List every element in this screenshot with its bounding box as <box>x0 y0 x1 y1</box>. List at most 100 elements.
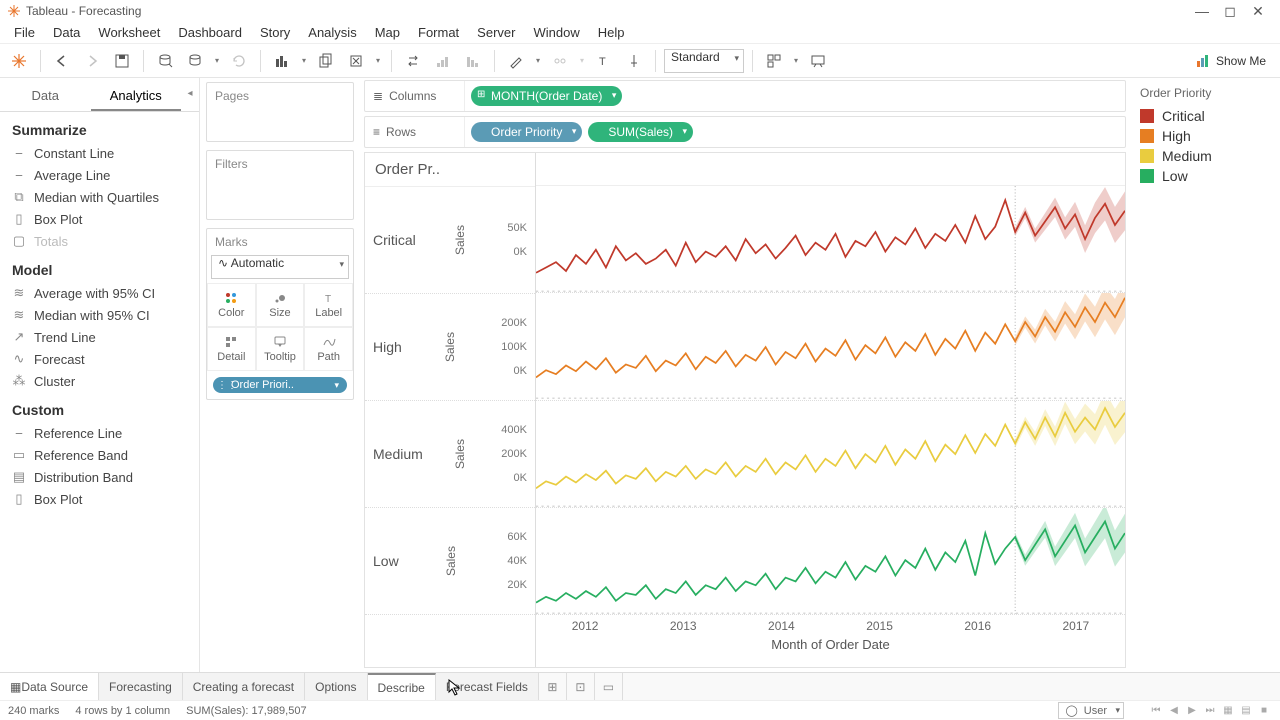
highlight-dropdown[interactable]: ▾ <box>533 56 543 65</box>
plot-row[interactable] <box>536 508 1125 615</box>
pause-dropdown-icon[interactable]: ▾ <box>212 56 222 65</box>
analytics-box-plot[interactable]: ▯Box Plot <box>0 208 199 230</box>
new-datasource-button[interactable] <box>152 48 178 74</box>
sheet-tab[interactable]: Options <box>305 673 367 700</box>
last-sheet-icon[interactable]: ⏭ <box>1202 704 1218 718</box>
analytics-median-quartiles[interactable]: ⧉Median with Quartiles <box>0 186 199 208</box>
rows-pill-order-priority[interactable]: Order Priority▾ <box>471 122 582 142</box>
sheet-tab[interactable]: Forecast Fields <box>436 673 539 700</box>
analytics-average-line[interactable]: ⎯Average Line <box>0 164 199 186</box>
clear-dropdown[interactable]: ▾ <box>373 56 383 65</box>
redo-button[interactable] <box>79 48 105 74</box>
undo-button[interactable] <box>49 48 75 74</box>
marks-size[interactable]: Size <box>256 283 305 327</box>
legend-item[interactable]: High <box>1140 126 1270 146</box>
sheet-tab[interactable]: Forecasting <box>99 673 183 700</box>
tabs-view-icon[interactable]: ▦ <box>1220 704 1236 718</box>
group-dropdown[interactable]: ▾ <box>577 56 587 65</box>
next-sheet-icon[interactable]: ▶ <box>1184 704 1200 718</box>
analytics-constant-line[interactable]: ⎯Constant Line <box>0 142 199 164</box>
legend-item[interactable]: Medium <box>1140 146 1270 166</box>
analytics-avg-ci[interactable]: ≋Average with 95% CI <box>0 282 199 304</box>
show-cards-button[interactable] <box>761 48 787 74</box>
clear-button[interactable] <box>343 48 369 74</box>
menu-format[interactable]: Format <box>410 23 467 42</box>
refresh-button[interactable] <box>226 48 252 74</box>
duplicate-button[interactable] <box>313 48 339 74</box>
marks-pill-order-priority[interactable]: Order Priori..▾ <box>213 377 347 393</box>
marks-detail[interactable]: Detail <box>207 327 256 371</box>
menu-map[interactable]: Map <box>367 23 408 42</box>
new-sheet-button[interactable]: ⊞ <box>539 673 567 700</box>
pause-updates-button[interactable] <box>182 48 208 74</box>
sorter-view-icon[interactable]: ■ <box>1256 704 1272 718</box>
pane-menu-icon[interactable]: ◂ <box>181 82 199 111</box>
sort-asc-button[interactable] <box>430 48 456 74</box>
highlight-button[interactable] <box>503 48 529 74</box>
labels-button[interactable]: T <box>591 48 617 74</box>
new-worksheet-dropdown[interactable]: ▾ <box>299 56 309 65</box>
sheet-tab[interactable]: Creating a forecast <box>183 673 305 700</box>
menu-window[interactable]: Window <box>525 23 587 42</box>
tab-analytics[interactable]: Analytics <box>91 82 182 111</box>
tab-data[interactable]: Data <box>0 82 91 111</box>
analytics-box-plot-2[interactable]: ▯Box Plot <box>0 488 199 510</box>
columns-pill-month[interactable]: ⊞MONTH(Order Date)▾ <box>471 86 622 106</box>
marks-color[interactable]: Color <box>207 283 256 327</box>
show-me-button[interactable]: Show Me <box>1188 52 1274 70</box>
group-button[interactable] <box>547 48 573 74</box>
model-heading: Model <box>0 252 199 282</box>
analytics-dist-band[interactable]: ▤Distribution Band <box>0 466 199 488</box>
swap-button[interactable] <box>400 48 426 74</box>
menu-dashboard[interactable]: Dashboard <box>170 23 250 42</box>
plot-row[interactable] <box>536 186 1125 293</box>
legend-item[interactable]: Low <box>1140 166 1270 186</box>
close-button[interactable]: ✕ <box>1244 0 1272 22</box>
marks-type-select[interactable]: ∿ Automatic <box>211 255 349 279</box>
analytics-ref-band[interactable]: ▭Reference Band <box>0 444 199 466</box>
analytics-forecast[interactable]: ∿Forecast <box>0 348 199 370</box>
menu-worksheet[interactable]: Worksheet <box>90 23 168 42</box>
plot-row[interactable] <box>536 401 1125 508</box>
tableau-icon[interactable] <box>6 48 32 74</box>
marks-tooltip[interactable]: Tooltip <box>256 327 305 371</box>
analytics-ref-line[interactable]: ⎯Reference Line <box>0 422 199 444</box>
sort-desc-button[interactable] <box>460 48 486 74</box>
data-source-tab[interactable]: ▦ Data Source <box>0 673 99 700</box>
marks-path[interactable]: Path <box>304 327 353 371</box>
maximize-button[interactable]: ◻ <box>1216 0 1244 22</box>
rows-shelf[interactable]: ≡Rows Order Priority▾ SUM(Sales)▾ <box>364 116 1126 148</box>
menu-server[interactable]: Server <box>469 23 523 42</box>
user-menu[interactable]: ◯ User <box>1058 702 1124 719</box>
pages-card[interactable]: Pages <box>206 82 354 142</box>
plot-row[interactable] <box>536 293 1125 400</box>
filmstrip-view-icon[interactable]: ▤ <box>1238 704 1254 718</box>
filters-card[interactable]: Filters <box>206 150 354 220</box>
color-legend[interactable]: Order Priority CriticalHighMediumLow <box>1130 78 1280 672</box>
new-dashboard-button[interactable]: ⊡ <box>567 673 595 700</box>
marks-label[interactable]: TLabel <box>304 283 353 327</box>
new-worksheet-button[interactable] <box>269 48 295 74</box>
show-cards-dropdown[interactable]: ▾ <box>791 56 801 65</box>
menu-analysis[interactable]: Analysis <box>300 23 364 42</box>
analytics-med-ci[interactable]: ≋Median with 95% CI <box>0 304 199 326</box>
first-sheet-icon[interactable]: ⏮ <box>1148 704 1164 718</box>
columns-shelf[interactable]: ≣Columns ⊞MONTH(Order Date)▾ <box>364 80 1126 112</box>
pin-button[interactable] <box>621 48 647 74</box>
analytics-trend-line[interactable]: ↗Trend Line <box>0 326 199 348</box>
menu-file[interactable]: File <box>6 23 43 42</box>
sheet-tab[interactable]: Describe <box>368 673 436 700</box>
chart-view[interactable]: Order Pr.. CriticalSales50K0KHighSales20… <box>364 152 1126 668</box>
analytics-cluster[interactable]: ⁂Cluster <box>0 370 199 392</box>
minimize-button[interactable]: — <box>1188 0 1216 22</box>
presentation-button[interactable] <box>805 48 831 74</box>
prev-sheet-icon[interactable]: ◀ <box>1166 704 1182 718</box>
menu-data[interactable]: Data <box>45 23 88 42</box>
legend-item[interactable]: Critical <box>1140 106 1270 126</box>
fit-select[interactable]: Standard <box>664 49 744 73</box>
new-story-button[interactable]: ▭ <box>595 673 623 700</box>
save-button[interactable] <box>109 48 135 74</box>
rows-pill-sum-sales[interactable]: SUM(Sales)▾ <box>588 122 693 142</box>
menu-story[interactable]: Story <box>252 23 298 42</box>
menu-help[interactable]: Help <box>590 23 633 42</box>
